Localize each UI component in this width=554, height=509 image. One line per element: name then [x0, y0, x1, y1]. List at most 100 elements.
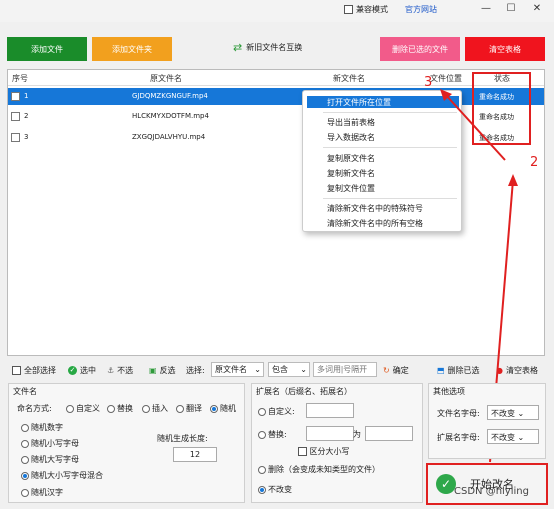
- match-select[interactable]: 包含 ⌄: [268, 362, 310, 377]
- keyword-input[interactable]: [313, 362, 377, 377]
- confirm-label: 确定: [392, 366, 409, 375]
- filename-panel-title: 文件名: [13, 387, 37, 396]
- field-select[interactable]: 原文件名 ⌄: [211, 362, 264, 377]
- random-chinese[interactable]: 随机汉字: [21, 487, 63, 498]
- select-label: 选中: [80, 366, 96, 375]
- mode-replace-label: 替换: [117, 404, 133, 413]
- ext-unchanged-label: 不改变: [268, 485, 292, 494]
- mode-custom[interactable]: 自定义: [66, 403, 100, 414]
- field-value: 原文件名: [215, 365, 247, 374]
- random-digits[interactable]: 随机数字: [21, 422, 63, 433]
- match-value: 包含: [272, 365, 288, 374]
- length-input[interactable]: 12: [173, 447, 217, 462]
- arrow-head: [508, 174, 518, 186]
- select-all-label: 全部选择: [24, 366, 56, 375]
- clear-icon: ●: [496, 366, 503, 375]
- extension-panel: 扩展名（后缀名、拓展名） 自定义: 替换: 为 区分大小写 删除（会变成未知类型…: [251, 383, 423, 503]
- chevron-down-icon: ⌄: [254, 365, 261, 374]
- name-case-select[interactable]: 不改变 ⌄: [487, 405, 539, 420]
- name-case-label: 文件名字母:: [437, 409, 480, 418]
- radio-icon: [258, 465, 266, 474]
- delete-icon: ⬒: [437, 366, 445, 375]
- ext-delete-label: 删除（会变成未知类型的文件）: [268, 465, 380, 474]
- chevron-down-icon: ⌄: [517, 409, 525, 418]
- ext-unchanged[interactable]: 不改变: [258, 484, 292, 495]
- radio-icon: [258, 485, 266, 494]
- ext-replace-from-input[interactable]: [306, 426, 354, 441]
- mode-replace[interactable]: 替换: [107, 403, 133, 414]
- radio-icon: [210, 404, 218, 413]
- clear-table-small-button[interactable]: ● 清空表格: [496, 365, 538, 376]
- arrow-2-to-3: [444, 93, 506, 161]
- random-mixed-case-label: 随机大小写字母混合: [31, 471, 103, 480]
- radio-icon: [21, 439, 29, 448]
- choose-label: 选择:: [186, 366, 205, 375]
- radio-icon: [21, 423, 29, 432]
- random-lowercase[interactable]: 随机小写字母: [21, 438, 79, 449]
- confirm-icon: ↻: [383, 366, 390, 375]
- case-sensitive-control[interactable]: 区分大小写: [298, 446, 350, 457]
- mode-insert-label: 插入: [152, 404, 168, 413]
- ext-replace[interactable]: 替换:: [258, 429, 287, 440]
- other-options-title: 其他选项: [433, 387, 465, 396]
- ext-custom[interactable]: 自定义:: [258, 406, 295, 417]
- chevron-down-icon: ⌄: [517, 433, 525, 442]
- name-case-value: 不改变: [491, 409, 515, 418]
- random-uppercase-label: 随机大写字母: [31, 455, 79, 464]
- random-chinese-label: 随机汉字: [31, 488, 63, 497]
- delete-selected-label: 删除已选: [447, 366, 480, 375]
- invert-label: 反选: [159, 366, 176, 375]
- ext-custom-input[interactable]: [306, 403, 354, 418]
- random-lowercase-label: 随机小写字母: [31, 439, 79, 448]
- radio-icon: [66, 404, 74, 413]
- clear-table-label: 清空表格: [505, 366, 538, 375]
- mode-custom-label: 自定义: [76, 404, 100, 413]
- case-sensitive-checkbox[interactable]: [298, 447, 307, 456]
- check-icon: ✓: [68, 366, 77, 375]
- random-mixed-case[interactable]: 随机大小写字母混合: [21, 470, 103, 481]
- select-all-checkbox[interactable]: [12, 366, 21, 375]
- confirm-button[interactable]: ↻ 确定: [383, 365, 409, 376]
- ext-case-select[interactable]: 不改变 ⌄: [487, 429, 539, 444]
- ext-to-label: 为: [353, 430, 361, 439]
- anchor-icon: ⚓: [107, 366, 115, 375]
- deselect-button[interactable]: ⚓ 不选: [107, 365, 133, 376]
- radio-icon: [176, 404, 184, 413]
- ext-delete[interactable]: 删除（会变成未知类型的文件）: [258, 464, 380, 475]
- annotation-2: 2: [530, 155, 539, 170]
- ext-replace-label: 替换:: [268, 430, 287, 439]
- mode-random-label: 随机: [220, 404, 236, 413]
- invert-button[interactable]: ▣ 反选: [149, 365, 176, 376]
- deselect-label: 不选: [117, 366, 134, 375]
- radio-icon: [21, 471, 29, 480]
- annotation-3: 3: [424, 75, 433, 90]
- extension-panel-title: 扩展名（后缀名、拓展名）: [256, 387, 352, 396]
- watermark: CSDN @hlyling: [454, 486, 529, 497]
- mode-translate-label: 翻译: [186, 404, 202, 413]
- radio-icon: [142, 404, 150, 413]
- ext-custom-label: 自定义:: [268, 407, 295, 416]
- delete-selected-button[interactable]: ⬒ 删除已选: [437, 365, 480, 376]
- mode-insert[interactable]: 插入: [142, 403, 168, 414]
- ext-case-value: 不改变: [491, 433, 515, 442]
- start-rename-button[interactable]: ✓ 开始改名: [426, 463, 548, 505]
- invert-icon: ▣: [149, 366, 157, 375]
- select-button[interactable]: ✓ 选中: [68, 365, 96, 376]
- mode-translate[interactable]: 翻译: [176, 403, 202, 414]
- random-uppercase[interactable]: 随机大写字母: [21, 454, 79, 465]
- select-all-control[interactable]: 全部选择: [12, 365, 56, 376]
- filename-panel: 文件名 命名方式: 自定义 替换 插入 翻译 随机 随机数字 随机小写字母 随机…: [8, 383, 245, 503]
- radio-icon: [107, 404, 115, 413]
- radio-icon: [258, 430, 266, 439]
- ext-case-label: 扩展名字母:: [437, 433, 480, 442]
- radio-icon: [21, 488, 29, 497]
- mode-random[interactable]: 随机: [210, 403, 236, 414]
- ext-replace-to-input[interactable]: [365, 426, 413, 441]
- radio-icon: [258, 407, 266, 416]
- check-circle-icon: ✓: [436, 474, 456, 494]
- chevron-down-icon: ⌄: [300, 365, 307, 374]
- naming-mode-label: 命名方式:: [17, 404, 52, 413]
- random-digits-label: 随机数字: [31, 423, 63, 432]
- radio-icon: [21, 455, 29, 464]
- length-label: 随机生成长度:: [157, 434, 208, 443]
